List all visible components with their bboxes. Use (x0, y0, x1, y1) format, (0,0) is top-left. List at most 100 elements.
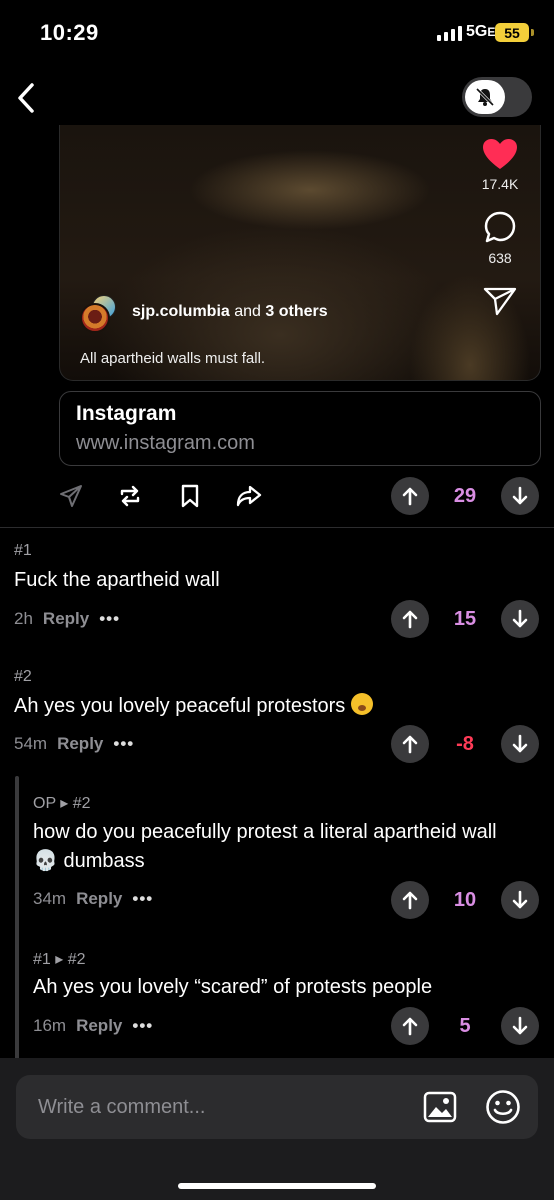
image-icon (423, 1091, 457, 1123)
author-avatars (80, 295, 124, 333)
post-score: 29 (453, 485, 477, 507)
repost-icon (120, 485, 140, 507)
collab-others: 3 others (265, 303, 328, 320)
upvote-icon (402, 487, 418, 506)
comment-score: 5 (459, 1015, 471, 1037)
divider (0, 527, 554, 528)
comment-text: Ah yes you lovely peaceful protestors (14, 695, 346, 717)
share-arrow-button[interactable] (54, 479, 88, 513)
more-button[interactable]: ••• (132, 889, 153, 909)
forward-icon (236, 485, 262, 507)
comment-bubble-icon[interactable] (483, 210, 517, 244)
comment-text-line2: 💀 dumbass (33, 846, 145, 876)
network-type: 5G (466, 23, 488, 40)
reply-button[interactable]: Reply (76, 1016, 122, 1036)
back-button[interactable] (12, 80, 44, 116)
video-author[interactable]: sjp.columbia and 3 others (80, 295, 328, 333)
downvote-icon (512, 486, 528, 505)
upvote-icon (402, 891, 418, 910)
heart-icon[interactable] (482, 138, 518, 170)
toggle-knob (465, 80, 505, 114)
comment-body: Ah yes you lovely peaceful protestors (14, 691, 373, 721)
more-button[interactable]: ••• (113, 734, 134, 754)
comment-text: Ah yes you lovely “scared” of protests p… (33, 976, 433, 998)
downvote-icon (512, 609, 528, 628)
battery-icon: 55 (495, 23, 529, 42)
downvote-button[interactable] (501, 600, 539, 638)
comment-time: 16m (33, 1016, 67, 1035)
downvote-icon (512, 734, 528, 753)
comment-number: #1 (14, 542, 32, 559)
avatar (80, 303, 110, 333)
comment-meta: 54m Reply ••• (14, 734, 134, 754)
yawning-face-emoji (350, 693, 373, 715)
comment-meta: 2h Reply ••• (14, 609, 120, 629)
downvote-icon (512, 890, 528, 909)
thread-line (15, 776, 19, 1060)
bell-slash-icon (475, 87, 495, 107)
upvote-button[interactable] (391, 725, 429, 763)
status-time: 10:29 (40, 20, 99, 45)
comment-composer (16, 1075, 538, 1139)
comment-number: #1 ▸ #2 (33, 951, 86, 968)
more-button[interactable]: ••• (132, 1016, 153, 1036)
share-arrow-icon (60, 485, 82, 507)
comment-meta: 16m Reply ••• (33, 1016, 153, 1036)
smiley-icon (486, 1090, 520, 1124)
comment-meta: 34m Reply ••• (33, 889, 153, 909)
collab-text: and (234, 303, 261, 320)
upvote-icon (402, 610, 418, 629)
notifications-toggle[interactable] (462, 77, 532, 117)
skull-emoji: 💀 (33, 850, 58, 872)
reply-button[interactable]: Reply (76, 889, 122, 909)
video-caption: All apartheid walls must fall. (80, 350, 266, 367)
comment-text: dumbass (63, 850, 145, 872)
comment-time: 34m (33, 889, 67, 908)
author-username[interactable]: sjp.columbia and 3 others (132, 303, 328, 321)
bookmark-button[interactable] (173, 479, 207, 513)
bookmark-icon (181, 484, 199, 508)
comment-score: 10 (453, 889, 477, 911)
downvote-button[interactable] (501, 725, 539, 763)
comment-time: 54m (14, 734, 48, 753)
downvote-button[interactable] (501, 881, 539, 919)
link-preview[interactable]: Instagram www.instagram.com (59, 391, 541, 466)
back-chevron-icon (18, 83, 34, 113)
video-actions: 17.4K 638 (460, 125, 540, 316)
forward-button[interactable] (232, 479, 266, 513)
upvote-button[interactable] (391, 1007, 429, 1045)
downvote-icon (512, 1016, 528, 1035)
status-bar: 10:29 5GE 55 (0, 0, 554, 70)
comment-text: Fuck the apartheid wall (14, 569, 220, 591)
signal-icon (437, 25, 462, 41)
comment-text: how do you peacefully protest a literal … (33, 821, 497, 843)
comment-number: #2 (14, 668, 32, 685)
image-button[interactable] (422, 1089, 458, 1125)
comment-input[interactable] (38, 1093, 408, 1121)
battery-tip (531, 29, 534, 36)
comment-time: 2h (14, 609, 33, 628)
comment-count: 638 (488, 250, 512, 266)
network-label: 5GE (466, 23, 495, 41)
comment-number: OP ▸ #2 (33, 795, 91, 812)
upvote-icon (402, 1017, 418, 1036)
upvote-button[interactable] (391, 600, 429, 638)
downvote-button[interactable] (501, 477, 539, 515)
upvote-button[interactable] (391, 477, 429, 515)
link-title: Instagram (76, 402, 177, 425)
post-action-bar: 29 (0, 475, 554, 517)
comment-score: 15 (453, 608, 477, 630)
send-icon[interactable] (483, 286, 517, 316)
repost-button[interactable] (113, 479, 147, 513)
upvote-button[interactable] (391, 881, 429, 919)
reply-button[interactable]: Reply (57, 734, 103, 754)
link-url: www.instagram.com (76, 432, 255, 454)
reply-button[interactable]: Reply (43, 609, 89, 629)
more-button[interactable]: ••• (99, 609, 120, 629)
downvote-button[interactable] (501, 1007, 539, 1045)
comment-score: -8 (456, 733, 474, 755)
username: sjp.columbia (132, 303, 230, 320)
embedded-video[interactable]: 17.4K 638 sjp.columbia and 3 others All … (59, 125, 541, 381)
like-count: 17.4K (481, 176, 519, 192)
emoji-button[interactable] (485, 1089, 521, 1125)
